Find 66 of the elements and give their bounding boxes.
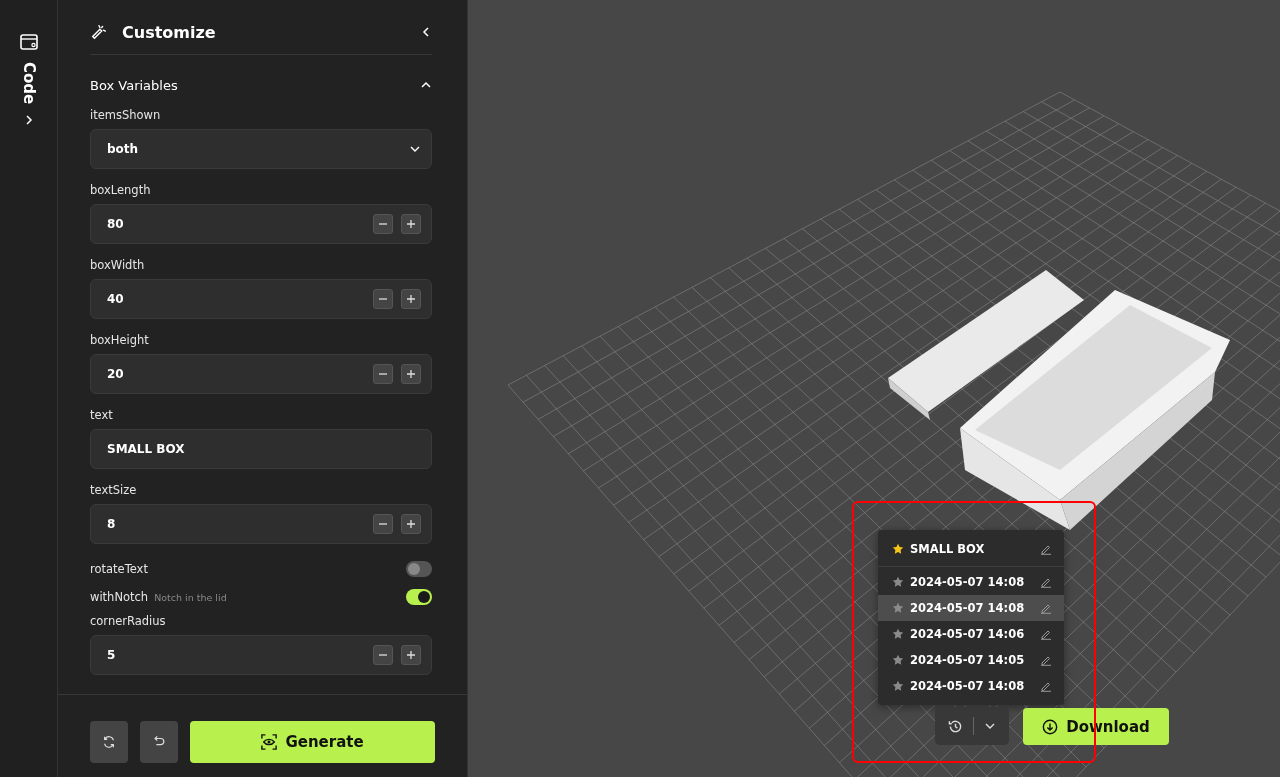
- edit-icon[interactable]: [1040, 576, 1052, 588]
- history-item[interactable]: 2024-05-07 14:08: [878, 673, 1064, 699]
- download-icon: [1042, 718, 1059, 735]
- panel-title: Customize: [122, 22, 216, 42]
- number-field[interactable]: 5: [90, 635, 432, 675]
- star-icon[interactable]: [892, 680, 904, 692]
- star-icon[interactable]: [892, 654, 904, 666]
- text-field[interactable]: SMALL BOX: [90, 429, 432, 469]
- plus-icon: [406, 219, 416, 229]
- increment-button[interactable]: [401, 289, 421, 309]
- edit-icon[interactable]: [1040, 543, 1052, 555]
- decrement-button[interactable]: [373, 364, 393, 384]
- decrement-button[interactable]: [373, 214, 393, 234]
- plus-icon: [406, 294, 416, 304]
- generate-button[interactable]: Generate: [190, 720, 435, 763]
- code-window-icon[interactable]: [18, 32, 39, 52]
- increment-button[interactable]: [401, 645, 421, 665]
- section-title[interactable]: Box Variables: [90, 77, 178, 93]
- increment-button[interactable]: [401, 514, 421, 534]
- field-label: boxWidth: [90, 257, 146, 274]
- field-label: withNotch: [90, 590, 149, 604]
- field-label: textSize: [90, 482, 138, 499]
- decrement-button[interactable]: [373, 289, 393, 309]
- history-item[interactable]: SMALL BOX: [878, 534, 1064, 564]
- field-label: text: [90, 407, 114, 424]
- history-item[interactable]: 2024-05-07 14:08: [878, 569, 1064, 595]
- field-label: boxHeight: [90, 332, 150, 349]
- edit-icon[interactable]: [1040, 602, 1052, 614]
- increment-button[interactable]: [401, 364, 421, 384]
- edit-icon[interactable]: [1040, 654, 1052, 666]
- code-tab-label[interactable]: Code: [21, 62, 36, 105]
- plus-icon: [406, 650, 416, 660]
- history-item[interactable]: 2024-05-07 14:06: [878, 621, 1064, 647]
- select-field[interactable]: both: [90, 129, 432, 169]
- refresh-button[interactable]: [90, 720, 128, 763]
- edit-icon[interactable]: [1040, 628, 1052, 640]
- eye-scan-icon: [261, 733, 278, 750]
- refresh-icon: [102, 734, 116, 749]
- collapse-chevron-icon[interactable]: [420, 26, 432, 38]
- history-icon: [948, 718, 963, 734]
- star-icon[interactable]: [892, 576, 904, 588]
- number-field[interactable]: 8: [90, 504, 432, 544]
- field-label: rotateText: [90, 562, 148, 576]
- field-label: itemsShown: [90, 107, 162, 124]
- history-item[interactable]: 2024-05-07 14:08: [878, 595, 1064, 621]
- decrement-button[interactable]: [373, 514, 393, 534]
- toggle-switch[interactable]: [406, 589, 432, 605]
- field-hint: Notch in the lid: [154, 591, 227, 603]
- number-field[interactable]: 20: [90, 354, 432, 394]
- star-icon[interactable]: [892, 628, 904, 640]
- field-label: boxLength: [90, 182, 152, 199]
- history-item[interactable]: 2024-05-07 14:05: [878, 647, 1064, 673]
- number-field[interactable]: 40: [90, 279, 432, 319]
- plus-icon: [406, 369, 416, 379]
- decrement-button[interactable]: [373, 645, 393, 665]
- edit-icon[interactable]: [1040, 680, 1052, 692]
- plus-icon: [406, 519, 416, 529]
- number-field[interactable]: 80: [90, 204, 432, 244]
- field-label: cornerRadius: [90, 613, 167, 630]
- history-button[interactable]: [935, 707, 1009, 745]
- increment-button[interactable]: [401, 214, 421, 234]
- star-icon[interactable]: [892, 543, 904, 555]
- wand-icon: [90, 23, 108, 41]
- undo-button[interactable]: [140, 720, 178, 763]
- star-icon[interactable]: [892, 602, 904, 614]
- toggle-switch[interactable]: [406, 561, 432, 577]
